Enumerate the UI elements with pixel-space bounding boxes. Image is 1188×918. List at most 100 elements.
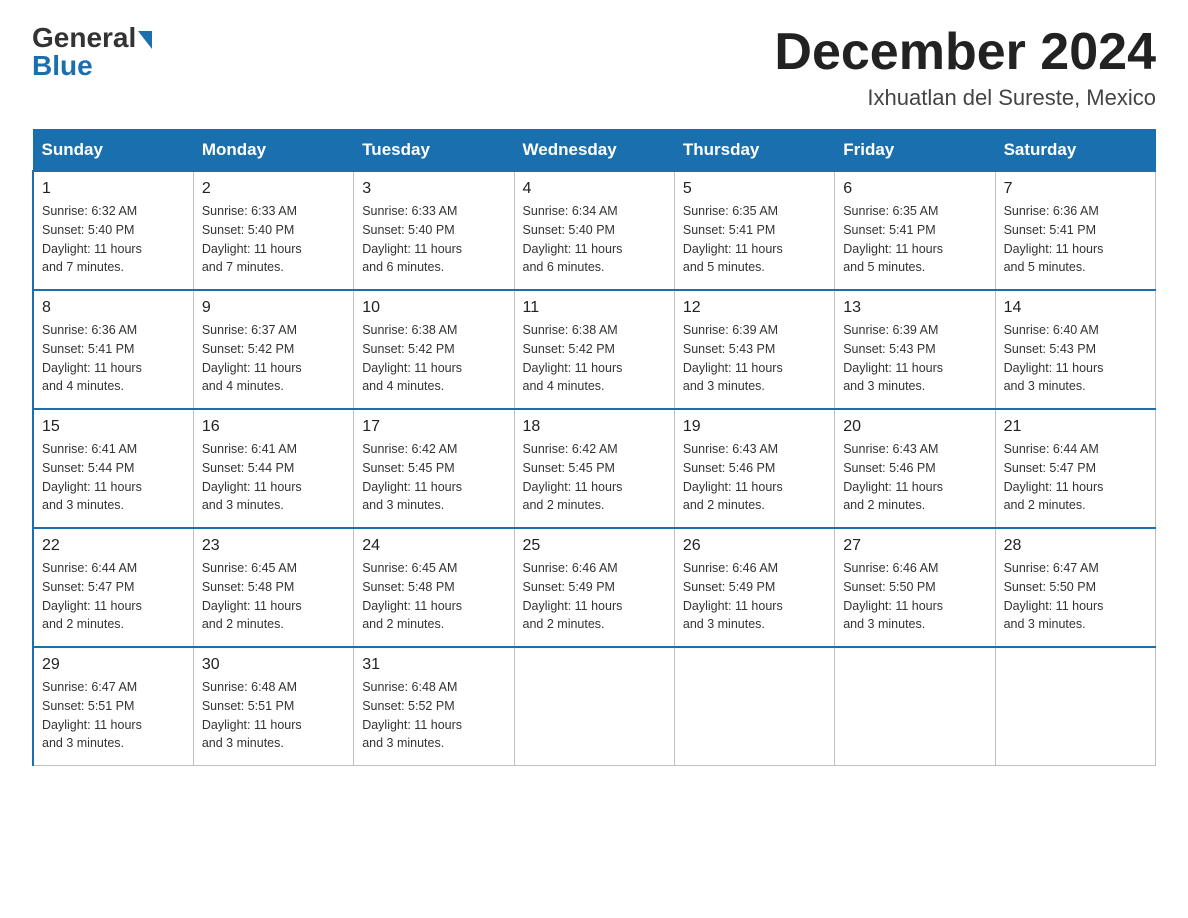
calendar-day-cell: 2 Sunrise: 6:33 AM Sunset: 5:40 PM Dayli… (193, 171, 353, 290)
calendar-day-cell: 9 Sunrise: 6:37 AM Sunset: 5:42 PM Dayli… (193, 290, 353, 409)
day-number: 9 (202, 299, 345, 317)
day-number: 26 (683, 537, 826, 555)
day-info: Sunrise: 6:46 AM Sunset: 5:50 PM Dayligh… (843, 559, 986, 634)
day-number: 5 (683, 180, 826, 198)
calendar-day-cell: 30 Sunrise: 6:48 AM Sunset: 5:51 PM Dayl… (193, 647, 353, 766)
col-thursday: Thursday (674, 130, 834, 172)
day-info: Sunrise: 6:33 AM Sunset: 5:40 PM Dayligh… (202, 202, 345, 277)
calendar-week-row: 15 Sunrise: 6:41 AM Sunset: 5:44 PM Dayl… (33, 409, 1156, 528)
day-number: 6 (843, 180, 986, 198)
day-info: Sunrise: 6:32 AM Sunset: 5:40 PM Dayligh… (42, 202, 185, 277)
logo-top: General (32, 24, 152, 52)
calendar-title: December 2024 (774, 24, 1156, 81)
calendar-day-cell: 26 Sunrise: 6:46 AM Sunset: 5:49 PM Dayl… (674, 528, 834, 647)
day-number: 16 (202, 418, 345, 436)
calendar-day-cell: 15 Sunrise: 6:41 AM Sunset: 5:44 PM Dayl… (33, 409, 193, 528)
day-info: Sunrise: 6:34 AM Sunset: 5:40 PM Dayligh… (523, 202, 666, 277)
day-info: Sunrise: 6:48 AM Sunset: 5:51 PM Dayligh… (202, 678, 345, 753)
col-wednesday: Wednesday (514, 130, 674, 172)
page-header: General Blue December 2024 Ixhuatlan del… (32, 24, 1156, 111)
day-number: 11 (523, 299, 666, 317)
calendar-subtitle: Ixhuatlan del Sureste, Mexico (774, 85, 1156, 111)
day-number: 28 (1004, 537, 1147, 555)
col-monday: Monday (193, 130, 353, 172)
day-info: Sunrise: 6:43 AM Sunset: 5:46 PM Dayligh… (843, 440, 986, 515)
calendar-day-cell: 27 Sunrise: 6:46 AM Sunset: 5:50 PM Dayl… (835, 528, 995, 647)
col-tuesday: Tuesday (354, 130, 514, 172)
day-info: Sunrise: 6:41 AM Sunset: 5:44 PM Dayligh… (202, 440, 345, 515)
calendar-day-cell (674, 647, 834, 766)
day-info: Sunrise: 6:41 AM Sunset: 5:44 PM Dayligh… (42, 440, 185, 515)
header-row: Sunday Monday Tuesday Wednesday Thursday… (33, 130, 1156, 172)
calendar-week-row: 1 Sunrise: 6:32 AM Sunset: 5:40 PM Dayli… (33, 171, 1156, 290)
calendar-day-cell: 17 Sunrise: 6:42 AM Sunset: 5:45 PM Dayl… (354, 409, 514, 528)
day-info: Sunrise: 6:45 AM Sunset: 5:48 PM Dayligh… (202, 559, 345, 634)
day-number: 20 (843, 418, 986, 436)
day-number: 30 (202, 656, 345, 674)
calendar-week-row: 8 Sunrise: 6:36 AM Sunset: 5:41 PM Dayli… (33, 290, 1156, 409)
day-info: Sunrise: 6:38 AM Sunset: 5:42 PM Dayligh… (523, 321, 666, 396)
day-number: 31 (362, 656, 505, 674)
calendar-day-cell: 10 Sunrise: 6:38 AM Sunset: 5:42 PM Dayl… (354, 290, 514, 409)
col-saturday: Saturday (995, 130, 1155, 172)
day-number: 4 (523, 180, 666, 198)
logo-general-text: General (32, 24, 136, 52)
day-info: Sunrise: 6:35 AM Sunset: 5:41 PM Dayligh… (683, 202, 826, 277)
day-number: 25 (523, 537, 666, 555)
day-number: 18 (523, 418, 666, 436)
day-number: 1 (42, 180, 185, 198)
day-info: Sunrise: 6:44 AM Sunset: 5:47 PM Dayligh… (42, 559, 185, 634)
day-number: 10 (362, 299, 505, 317)
day-info: Sunrise: 6:47 AM Sunset: 5:51 PM Dayligh… (42, 678, 185, 753)
calendar-day-cell: 5 Sunrise: 6:35 AM Sunset: 5:41 PM Dayli… (674, 171, 834, 290)
day-info: Sunrise: 6:45 AM Sunset: 5:48 PM Dayligh… (362, 559, 505, 634)
day-number: 17 (362, 418, 505, 436)
day-info: Sunrise: 6:37 AM Sunset: 5:42 PM Dayligh… (202, 321, 345, 396)
calendar-day-cell (514, 647, 674, 766)
calendar-day-cell: 21 Sunrise: 6:44 AM Sunset: 5:47 PM Dayl… (995, 409, 1155, 528)
calendar-day-cell: 6 Sunrise: 6:35 AM Sunset: 5:41 PM Dayli… (835, 171, 995, 290)
day-number: 2 (202, 180, 345, 198)
calendar-day-cell: 31 Sunrise: 6:48 AM Sunset: 5:52 PM Dayl… (354, 647, 514, 766)
day-info: Sunrise: 6:46 AM Sunset: 5:49 PM Dayligh… (523, 559, 666, 634)
calendar-week-row: 29 Sunrise: 6:47 AM Sunset: 5:51 PM Dayl… (33, 647, 1156, 766)
calendar-day-cell: 20 Sunrise: 6:43 AM Sunset: 5:46 PM Dayl… (835, 409, 995, 528)
day-info: Sunrise: 6:35 AM Sunset: 5:41 PM Dayligh… (843, 202, 986, 277)
calendar-day-cell: 22 Sunrise: 6:44 AM Sunset: 5:47 PM Dayl… (33, 528, 193, 647)
day-number: 8 (42, 299, 185, 317)
day-info: Sunrise: 6:48 AM Sunset: 5:52 PM Dayligh… (362, 678, 505, 753)
day-number: 3 (362, 180, 505, 198)
day-info: Sunrise: 6:46 AM Sunset: 5:49 PM Dayligh… (683, 559, 826, 634)
calendar-table: Sunday Monday Tuesday Wednesday Thursday… (32, 129, 1156, 766)
calendar-week-row: 22 Sunrise: 6:44 AM Sunset: 5:47 PM Dayl… (33, 528, 1156, 647)
calendar-day-cell (835, 647, 995, 766)
logo-blue-text: Blue (32, 50, 93, 82)
day-info: Sunrise: 6:36 AM Sunset: 5:41 PM Dayligh… (1004, 202, 1147, 277)
calendar-day-cell: 23 Sunrise: 6:45 AM Sunset: 5:48 PM Dayl… (193, 528, 353, 647)
calendar-day-cell: 7 Sunrise: 6:36 AM Sunset: 5:41 PM Dayli… (995, 171, 1155, 290)
calendar-header: Sunday Monday Tuesday Wednesday Thursday… (33, 130, 1156, 172)
day-number: 19 (683, 418, 826, 436)
col-sunday: Sunday (33, 130, 193, 172)
calendar-day-cell: 8 Sunrise: 6:36 AM Sunset: 5:41 PM Dayli… (33, 290, 193, 409)
calendar-day-cell (995, 647, 1155, 766)
day-number: 21 (1004, 418, 1147, 436)
calendar-day-cell: 1 Sunrise: 6:32 AM Sunset: 5:40 PM Dayli… (33, 171, 193, 290)
calendar-day-cell: 16 Sunrise: 6:41 AM Sunset: 5:44 PM Dayl… (193, 409, 353, 528)
calendar-day-cell: 3 Sunrise: 6:33 AM Sunset: 5:40 PM Dayli… (354, 171, 514, 290)
calendar-day-cell: 28 Sunrise: 6:47 AM Sunset: 5:50 PM Dayl… (995, 528, 1155, 647)
day-number: 24 (362, 537, 505, 555)
calendar-day-cell: 12 Sunrise: 6:39 AM Sunset: 5:43 PM Dayl… (674, 290, 834, 409)
calendar-day-cell: 25 Sunrise: 6:46 AM Sunset: 5:49 PM Dayl… (514, 528, 674, 647)
day-info: Sunrise: 6:42 AM Sunset: 5:45 PM Dayligh… (523, 440, 666, 515)
day-info: Sunrise: 6:40 AM Sunset: 5:43 PM Dayligh… (1004, 321, 1147, 396)
title-block: December 2024 Ixhuatlan del Sureste, Mex… (774, 24, 1156, 111)
day-number: 12 (683, 299, 826, 317)
day-number: 7 (1004, 180, 1147, 198)
day-info: Sunrise: 6:38 AM Sunset: 5:42 PM Dayligh… (362, 321, 505, 396)
day-info: Sunrise: 6:33 AM Sunset: 5:40 PM Dayligh… (362, 202, 505, 277)
calendar-day-cell: 4 Sunrise: 6:34 AM Sunset: 5:40 PM Dayli… (514, 171, 674, 290)
day-number: 15 (42, 418, 185, 436)
day-number: 22 (42, 537, 185, 555)
day-info: Sunrise: 6:39 AM Sunset: 5:43 PM Dayligh… (843, 321, 986, 396)
